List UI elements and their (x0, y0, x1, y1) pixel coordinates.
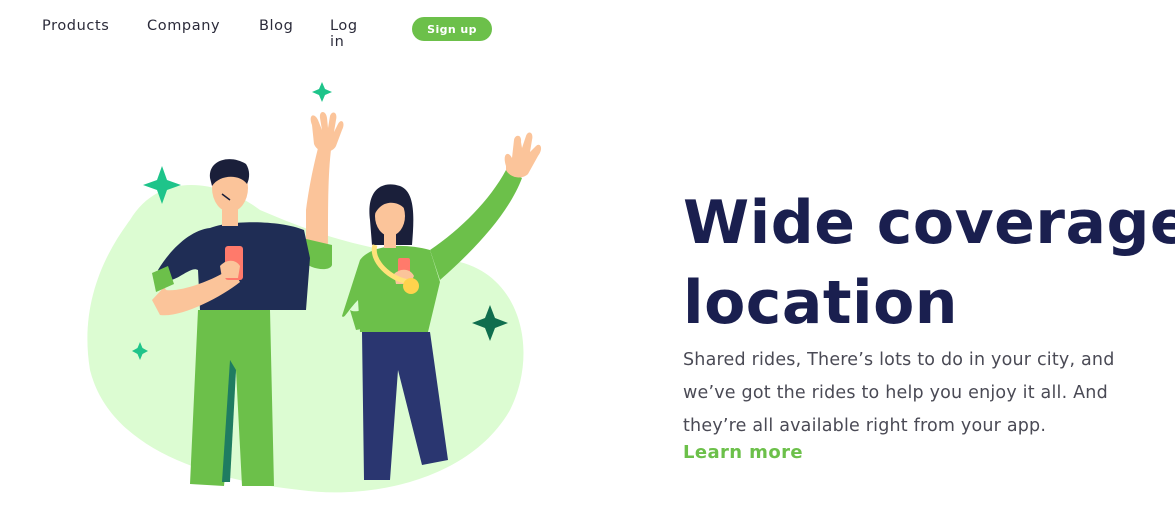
signup-button[interactable]: Sign up (412, 17, 492, 41)
hero-title-line2: location (683, 268, 959, 338)
nav-login-link[interactable]: Log in (330, 18, 358, 50)
hero-title: Wide coverage location (683, 183, 1175, 343)
hero-title-line1: Wide coverage (683, 188, 1175, 258)
two-people-waving-illustration (87, 82, 542, 493)
nav-products-link[interactable]: Products (42, 18, 109, 34)
nav-blog-link[interactable]: Blog (259, 18, 293, 34)
hero-description: Shared rides, There’s lots to do in your… (683, 350, 1115, 436)
nav-company-link[interactable]: Company (147, 18, 220, 34)
sparkle-icon (312, 82, 332, 102)
learn-more-link[interactable]: Learn more (683, 442, 803, 463)
